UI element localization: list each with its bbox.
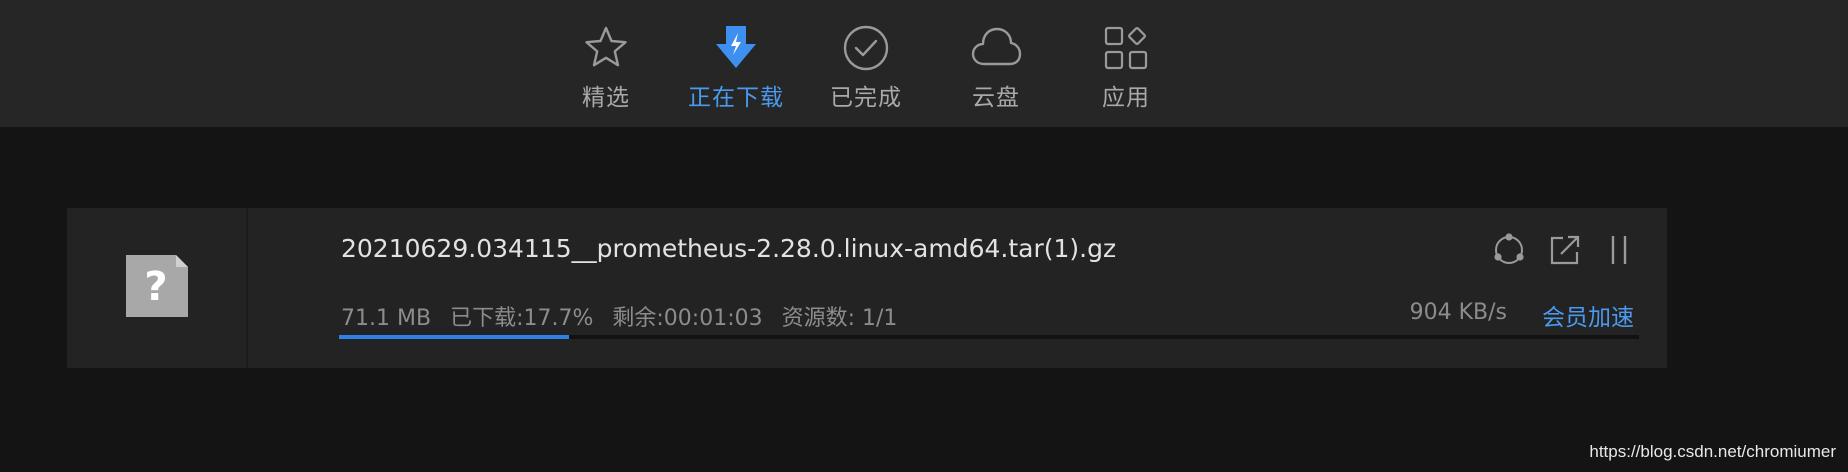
star-icon: [580, 22, 632, 73]
tab-completed[interactable]: 已完成: [816, 22, 916, 112]
download-speed: 904 KB/s: [1409, 300, 1507, 325]
download-item[interactable]: ? 20210629.034115__prometheus-2.28.0.lin…: [67, 208, 1667, 368]
watermark: https://blog.csdn.net/chromiumer: [1589, 442, 1836, 461]
file-size: 71.1 MB: [341, 306, 432, 331]
apps-grid-icon: [1100, 22, 1152, 73]
download-arrow-icon: [710, 22, 762, 73]
vip-accelerate-link[interactable]: 会员加速: [1542, 298, 1634, 332]
tab-cloud[interactable]: 云盘: [946, 22, 1046, 112]
source-count: 资源数: 1/1: [781, 306, 898, 331]
time-remaining: 剩余:00:01:03: [612, 306, 763, 331]
file-name: 20210629.034115__prometheus-2.28.0.linux…: [341, 234, 1117, 263]
tab-label: 云盘: [972, 85, 1020, 111]
svg-text:?: ?: [144, 264, 167, 310]
downloaded-percent: 已下载:17.7%: [450, 306, 594, 331]
tab-label: 正在下载: [688, 85, 784, 111]
progress-fill: [339, 335, 570, 339]
tab-downloading[interactable]: 正在下载: [686, 22, 786, 112]
file-thumbnail: ?: [67, 208, 248, 368]
pause-icon[interactable]: [1599, 230, 1639, 270]
share-nodes-icon[interactable]: [1489, 230, 1529, 270]
tab-featured[interactable]: 精选: [556, 22, 656, 112]
cloud-icon: [970, 22, 1022, 73]
download-meta: 71.1 MB 已下载:17.7% 剩余:00:01:03 资源数: 1/1: [341, 300, 909, 332]
progress-bar: [339, 335, 1639, 339]
top-nav: 精选 正在下载 已完成 云盘 应用: [0, 0, 1848, 127]
check-circle-icon: [840, 22, 892, 73]
tab-apps[interactable]: 应用: [1076, 22, 1176, 112]
unknown-file-icon: ?: [124, 253, 190, 323]
tab-label: 应用: [1102, 85, 1150, 111]
open-external-icon[interactable]: [1545, 230, 1585, 270]
tab-label: 精选: [582, 85, 630, 111]
tab-label: 已完成: [830, 85, 902, 111]
